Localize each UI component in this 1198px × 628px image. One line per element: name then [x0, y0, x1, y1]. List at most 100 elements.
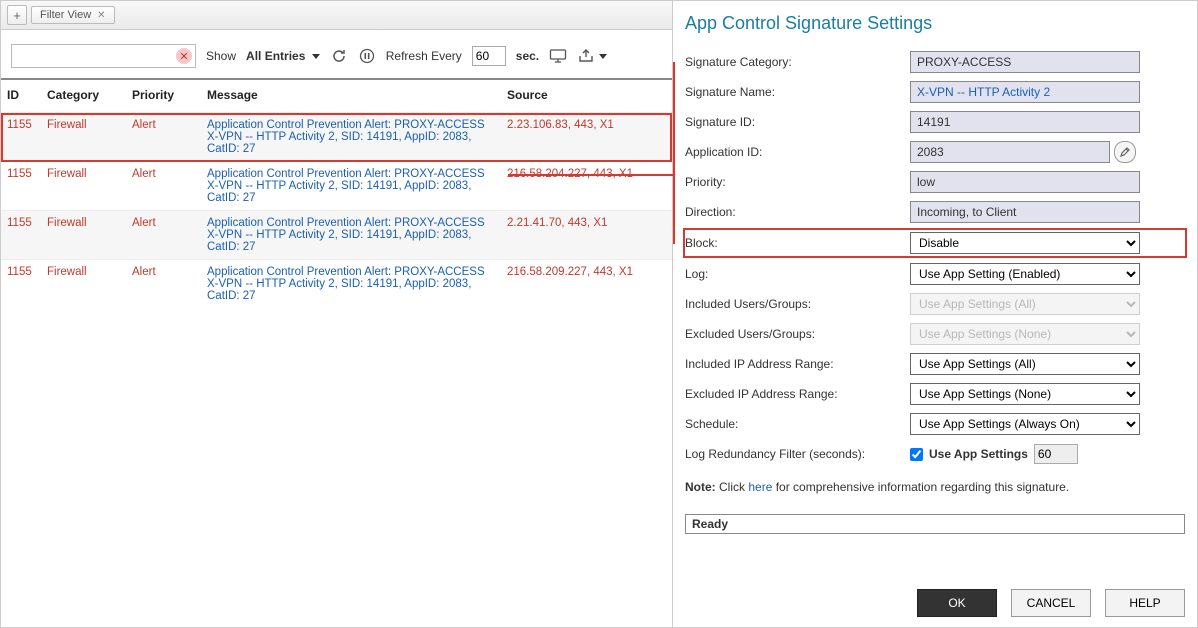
select-exc-users: Use App Settings (None): [910, 323, 1140, 345]
toolbar: ✕ Show All Entries Refresh Every sec.: [1, 30, 672, 80]
tab-filter-view[interactable]: Filter View ✕: [31, 6, 115, 24]
select-inc-users: Use App Settings (All): [910, 293, 1140, 315]
label-exc-ip: Excluded IP Address Range:: [685, 387, 910, 401]
use-app-settings-label: Use App Settings: [929, 447, 1028, 461]
pause-icon[interactable]: [358, 47, 376, 65]
th-message[interactable]: Message: [201, 80, 501, 113]
log-panel: + Filter View ✕ ✕ Show All Entries Refr: [1, 1, 673, 627]
cell-source: 2.23.106.83, 443, X1: [501, 113, 672, 162]
row-app-id: Application ID:: [685, 140, 1185, 164]
row-sig-category: Signature Category:: [685, 50, 1185, 74]
table-row[interactable]: 1155FirewallAlertApplication Control Pre…: [1, 162, 672, 211]
label-priority: Priority:: [685, 175, 910, 189]
chevron-down-icon: [312, 54, 320, 59]
input-sig-name[interactable]: [910, 81, 1140, 103]
row-exc-users: Excluded Users/Groups: Use App Settings …: [685, 322, 1185, 346]
table-row[interactable]: 1155FirewallAlertApplication Control Pre…: [1, 113, 672, 162]
row-block: Block: Disable: [685, 230, 1185, 256]
connector-line: [508, 174, 673, 176]
cell-priority: Alert: [126, 113, 201, 162]
row-priority: Priority:: [685, 170, 1185, 194]
show-label: Show: [206, 49, 236, 63]
search-box: ✕: [11, 44, 196, 68]
label-block: Block:: [685, 236, 910, 250]
help-button[interactable]: HELP: [1105, 589, 1185, 617]
input-sig-category: [910, 51, 1140, 73]
label-sig-name: Signature Name:: [685, 85, 910, 99]
checkbox-use-app-settings[interactable]: [910, 448, 923, 461]
cell-message[interactable]: Application Control Prevention Alert: PR…: [201, 211, 501, 260]
export-chevron-icon[interactable]: [599, 54, 607, 59]
export-icon[interactable]: [577, 47, 595, 65]
cell-priority: Alert: [126, 260, 201, 309]
cell-source: 216.58.204.227, 443, X1: [501, 162, 672, 211]
input-log-redundancy: [1034, 444, 1078, 464]
edit-app-id-button[interactable]: [1114, 141, 1136, 163]
select-inc-ip[interactable]: Use App Settings (All): [910, 353, 1140, 375]
tab-bar: + Filter View ✕: [1, 1, 672, 30]
settings-title: App Control Signature Settings: [685, 13, 1185, 34]
show-dropdown[interactable]: All Entries: [246, 49, 320, 63]
label-direction: Direction:: [685, 205, 910, 219]
table-row[interactable]: 1155FirewallAlertApplication Control Pre…: [1, 260, 672, 309]
th-category[interactable]: Category: [41, 80, 126, 113]
table-header-row: ID Category Priority Message Source: [1, 80, 672, 113]
ok-button[interactable]: OK: [917, 589, 997, 617]
cell-category: Firewall: [41, 211, 126, 260]
row-schedule: Schedule: Use App Settings (Always On): [685, 412, 1185, 436]
note-click: Click: [716, 480, 749, 494]
close-icon[interactable]: ✕: [97, 10, 105, 21]
cell-id: 1155: [1, 113, 41, 162]
note-link[interactable]: here: [748, 480, 772, 494]
row-exc-ip: Excluded IP Address Range: Use App Setti…: [685, 382, 1185, 406]
show-value: All Entries: [246, 49, 305, 63]
cell-source: 216.58.209.227, 443, X1: [501, 260, 672, 309]
cell-message[interactable]: Application Control Prevention Alert: PR…: [201, 260, 501, 309]
label-inc-users: Included Users/Groups:: [685, 297, 910, 311]
button-row: OK CANCEL HELP: [685, 589, 1185, 617]
cell-category: Firewall: [41, 162, 126, 211]
label-log: Log:: [685, 267, 910, 281]
cell-category: Firewall: [41, 113, 126, 162]
row-sig-id: Signature ID:: [685, 110, 1185, 134]
refresh-every-label: Refresh Every: [386, 49, 462, 63]
cell-category: Firewall: [41, 260, 126, 309]
add-tab-button[interactable]: +: [7, 5, 27, 25]
row-log: Log: Use App Setting (Enabled): [685, 262, 1185, 286]
monitor-icon[interactable]: [549, 47, 567, 65]
label-schedule: Schedule:: [685, 417, 910, 431]
label-sig-id: Signature ID:: [685, 115, 910, 129]
tab-label: Filter View: [40, 9, 91, 21]
label-inc-ip: Included IP Address Range:: [685, 357, 910, 371]
clear-search-icon[interactable]: ✕: [176, 48, 192, 64]
status-bar: Ready: [685, 514, 1185, 534]
refresh-icon[interactable]: [330, 47, 348, 65]
search-input[interactable]: [11, 44, 196, 68]
th-source[interactable]: Source: [501, 80, 672, 113]
select-block[interactable]: Disable: [910, 232, 1140, 254]
cell-message[interactable]: Application Control Prevention Alert: PR…: [201, 113, 501, 162]
cell-priority: Alert: [126, 211, 201, 260]
refresh-interval-input[interactable]: [472, 46, 506, 66]
cell-source: 2.21.41.70, 443, X1: [501, 211, 672, 260]
row-inc-ip: Included IP Address Range: Use App Setti…: [685, 352, 1185, 376]
select-log[interactable]: Use App Setting (Enabled): [910, 263, 1140, 285]
cancel-button[interactable]: CANCEL: [1011, 589, 1091, 617]
cell-id: 1155: [1, 211, 41, 260]
note-suffix: for comprehensive information regarding …: [772, 480, 1069, 494]
cell-message[interactable]: Application Control Prevention Alert: PR…: [201, 162, 501, 211]
select-schedule[interactable]: Use App Settings (Always On): [910, 413, 1140, 435]
note-prefix: Note:: [685, 480, 716, 494]
label-app-id: Application ID:: [685, 145, 910, 159]
label-log-redundancy: Log Redundancy Filter (seconds):: [685, 447, 910, 461]
sec-label: sec.: [516, 49, 539, 63]
label-exc-users: Excluded Users/Groups:: [685, 327, 910, 341]
cell-priority: Alert: [126, 162, 201, 211]
select-exc-ip[interactable]: Use App Settings (None): [910, 383, 1140, 405]
row-inc-users: Included Users/Groups: Use App Settings …: [685, 292, 1185, 316]
row-direction: Direction:: [685, 200, 1185, 224]
th-id[interactable]: ID: [1, 80, 41, 113]
th-priority[interactable]: Priority: [126, 80, 201, 113]
row-sig-name: Signature Name:: [685, 80, 1185, 104]
table-row[interactable]: 1155FirewallAlertApplication Control Pre…: [1, 211, 672, 260]
